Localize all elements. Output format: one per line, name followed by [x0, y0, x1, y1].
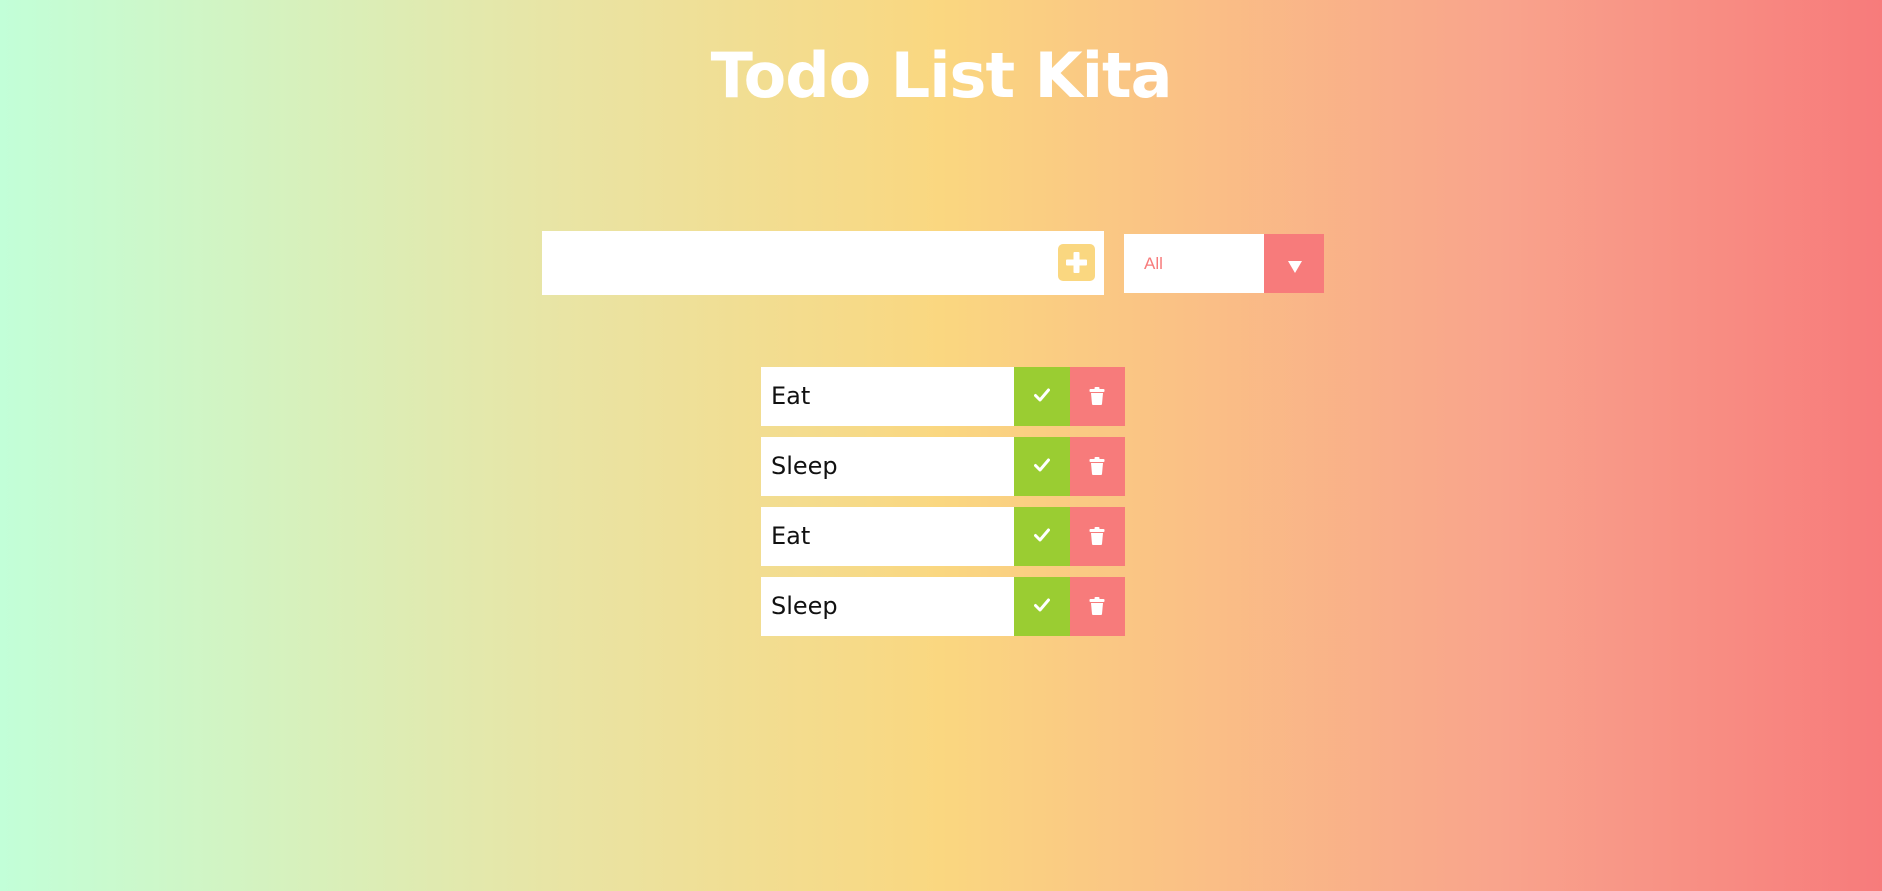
todo-item: Sleep — [761, 577, 1125, 636]
filter-selected-value: All — [1144, 254, 1163, 273]
todo-text: Eat — [771, 522, 811, 550]
todo-item: Sleep — [761, 437, 1125, 496]
check-icon — [1034, 388, 1050, 402]
add-todo-form — [542, 231, 1104, 295]
add-todo-button[interactable] — [1058, 244, 1095, 281]
filter-dropdown-button[interactable] — [1264, 234, 1324, 293]
todo-item: Eat — [761, 507, 1125, 566]
todo-input[interactable] — [542, 231, 1032, 295]
plus-icon — [1066, 252, 1087, 273]
filter-select[interactable]: All — [1124, 234, 1324, 293]
todo-text: Sleep — [771, 592, 838, 620]
trash-icon — [1089, 457, 1105, 475]
trash-icon — [1089, 597, 1105, 615]
delete-button[interactable] — [1070, 367, 1125, 426]
todo-text: Eat — [771, 382, 811, 410]
todo-item: Eat — [761, 367, 1125, 426]
caret-down-icon — [1288, 261, 1302, 273]
check-icon — [1034, 458, 1050, 472]
complete-button[interactable] — [1014, 507, 1070, 566]
delete-button[interactable] — [1070, 577, 1125, 636]
check-icon — [1034, 528, 1050, 542]
delete-button[interactable] — [1070, 507, 1125, 566]
todo-list: Eat Sleep Eat Sleep — [761, 367, 1125, 647]
complete-button[interactable] — [1014, 577, 1070, 636]
trash-icon — [1089, 527, 1105, 545]
delete-button[interactable] — [1070, 437, 1125, 496]
trash-icon — [1089, 387, 1105, 405]
complete-button[interactable] — [1014, 437, 1070, 496]
check-icon — [1034, 598, 1050, 612]
page-title: Todo List Kita — [710, 39, 1173, 112]
complete-button[interactable] — [1014, 367, 1070, 426]
todo-text: Sleep — [771, 452, 838, 480]
